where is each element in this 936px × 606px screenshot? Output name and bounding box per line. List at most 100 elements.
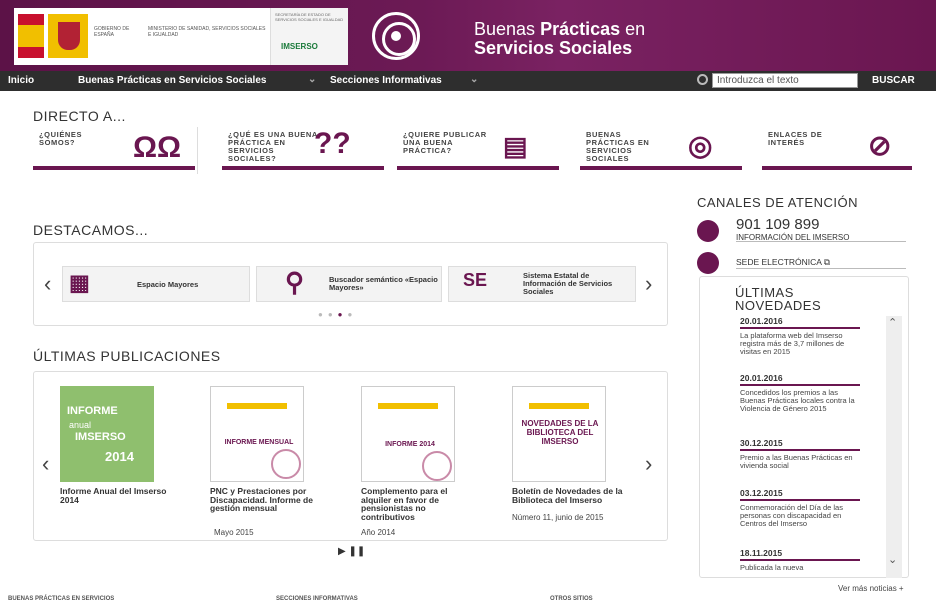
cover-text: anual xyxy=(69,420,92,430)
news-item[interactable]: 20.01.2016 Concedidos los premios a las B… xyxy=(740,373,860,413)
search-input[interactable]: Introduzca el texto xyxy=(712,73,858,88)
carousel-next-icon[interactable]: › xyxy=(645,271,652,297)
footer-col-label[interactable]: SECCIONES INFORMATIVAS xyxy=(276,596,358,602)
footer-col-label[interactable]: BUENAS PRÁCTICAS EN SERVICIOS xyxy=(8,596,114,602)
cover-image: NOVEDADES DE LA BIBLIOTECA DEL IMSERSO xyxy=(512,386,606,482)
news-date: 03.12.2015 xyxy=(740,488,860,501)
more-news-link[interactable]: Ver más noticias + xyxy=(838,584,904,593)
canales-heading: CANALES DE ATENCIÓN xyxy=(697,195,858,210)
people-icon: ΩΩ xyxy=(133,131,182,164)
cover-logo-bar xyxy=(529,403,589,409)
item-label: Buscador semántico «Espacio Mayores» xyxy=(329,275,438,292)
chevron-down-icon[interactable]: ⌄ xyxy=(308,74,316,85)
novedades-scrollbar[interactable] xyxy=(886,316,902,578)
eu-flag-icon xyxy=(18,14,44,58)
card-label: ¿QUIERE PUBLICAR UNA BUENA PRÁCTICA? xyxy=(403,130,487,155)
news-date: 20.01.2016 xyxy=(740,373,860,386)
publication-date: Mayo 2015 xyxy=(214,528,254,537)
target-logo-icon xyxy=(372,12,420,60)
cover-image: INFORME anual IMSERSO 2014 xyxy=(60,386,154,482)
grid-icon: ▦ xyxy=(69,270,90,295)
search-button[interactable]: BUSCAR xyxy=(872,75,915,86)
news-text: Conmemoración del Día de las personas co… xyxy=(740,503,843,528)
card-label: ¿QUIÉNES SOMOS? xyxy=(39,130,83,147)
nav-inicio[interactable]: Inicio xyxy=(8,75,34,86)
publicaciones-heading: ÚLTIMAS PUBLICACIONES xyxy=(33,348,221,364)
novedades-heading: ÚLTIMAS NOVEDADES xyxy=(735,286,821,312)
cover-logo-bar xyxy=(378,403,438,409)
chevron-down-icon[interactable]: ⌄ xyxy=(470,74,478,85)
carousel-prev-icon[interactable]: ‹ xyxy=(44,271,51,297)
nav-buenas-practicas[interactable]: Buenas Prácticas en Servicios Sociales xyxy=(78,75,266,86)
imserso-label: IMSERSO xyxy=(281,42,318,51)
cover-image: INFORME 2014 xyxy=(361,386,455,482)
card-quiere-publicar[interactable]: ¿QUIERE PUBLICAR UNA BUENA PRÁCTICA? ▤ xyxy=(397,127,559,170)
footer-col-label[interactable]: OTROS SITIOS xyxy=(550,596,593,602)
site-title[interactable]: Buenas Prácticas en Servicios Sociales xyxy=(474,20,645,58)
cover-image: INFORME MENSUAL xyxy=(210,386,304,482)
phone-icon xyxy=(697,220,719,242)
carousel-item[interactable]: ▦ Espacio Mayores xyxy=(62,266,250,302)
question-mark-icon: ?? xyxy=(314,127,351,160)
directo-heading: DIRECTO A... xyxy=(33,108,126,124)
title-word-1: Buenas xyxy=(474,19,541,39)
coat-of-arms-icon xyxy=(58,22,80,50)
ministry-label: MINISTERIO DE SANIDAD, SERVICIOS SOCIALE… xyxy=(148,26,266,38)
sede-label: SEDE ELECTRÓNICA xyxy=(736,257,822,267)
card-enlaces[interactable]: ENLACES DE INTERÉS ⊘ xyxy=(762,127,912,170)
publications-prev-icon[interactable]: ‹ xyxy=(42,451,49,477)
news-text: Premio a las Buenas Prácticas en viviend… xyxy=(740,453,853,470)
publication-date: Año 2014 xyxy=(361,528,396,537)
target-icon: ◎ xyxy=(688,130,713,161)
heading-line-2: NOVEDADES xyxy=(735,298,822,313)
cover-logo-bar xyxy=(227,403,287,409)
news-date: 30.12.2015 xyxy=(740,438,860,451)
carousel-item[interactable]: ⚲ Buscador semántico «Espacio Mayores» xyxy=(256,266,442,302)
cover-text: INFORME xyxy=(67,405,118,417)
news-date: 20.01.2016 xyxy=(740,316,860,329)
publication-date: Número 11, junio de 2015 xyxy=(512,513,604,522)
news-text: Concedidos los premios a las Buenas Prác… xyxy=(740,388,855,413)
pie-graphic-icon xyxy=(271,449,301,479)
link-icon: ⊘ xyxy=(868,130,892,161)
item-label: Sistema Estatal de Información de Servic… xyxy=(523,271,613,296)
pie-graphic-icon xyxy=(422,451,452,481)
page: GOBIERNO DE ESPAÑA MINISTERIO DE SANIDAD… xyxy=(0,0,936,606)
card-label: BUENAS PRÁCTICAS EN SERVICIOS SOCIALES xyxy=(586,130,650,163)
cover-text: IMSERSO xyxy=(75,431,126,443)
news-item[interactable]: 30.12.2015 Premio a las Buenas Prácticas … xyxy=(740,438,860,470)
carousel-playpause-icon[interactable]: ▶ ❚❚ xyxy=(338,546,365,557)
sede-electronica-link[interactable]: SEDE ELECTRÓNICA ⧉ xyxy=(736,257,830,268)
scroll-up-icon[interactable]: ⌃ xyxy=(888,316,897,329)
destacamos-heading: DESTACAMOS... xyxy=(33,222,149,238)
card-buenas-practicas[interactable]: BUENAS PRÁCTICAS EN SERVICIOS SOCIALES ◎ xyxy=(580,127,742,170)
scroll-down-icon[interactable]: ⌄ xyxy=(888,553,897,566)
logo-strip: GOBIERNO DE ESPAÑA MINISTERIO DE SANIDAD… xyxy=(14,8,348,65)
card-quienes-somos[interactable]: ¿QUIÉNES SOMOS? ΩΩ xyxy=(33,127,195,170)
nav-secciones[interactable]: Secciones Informativas xyxy=(330,75,442,86)
carousel-dots[interactable]: ●●●● xyxy=(318,310,357,319)
news-item[interactable]: 20.01.2016 La plataforma web del Imserso … xyxy=(740,316,860,356)
phone-number[interactable]: 901 109 899 xyxy=(736,216,819,233)
card-label: ¿QUÉ ES UNA BUENA PRÁCTICA EN SERVICIOS … xyxy=(228,130,318,163)
news-item[interactable]: 18.11.2015 Publicada la nueva xyxy=(740,548,860,572)
publications-next-icon[interactable]: › xyxy=(645,451,652,477)
news-item[interactable]: 03.12.2015 Conmemoración del Día de las p… xyxy=(740,488,860,528)
siss-logo-icon: SE xyxy=(463,270,488,290)
secretaria-label: SECRETARÍA DE ESTADO DE SERVICIOS SOCIAL… xyxy=(275,12,344,22)
document-icon: ▤ xyxy=(503,131,528,161)
news-date: 18.11.2015 xyxy=(740,548,860,561)
magnifier-icon: ⚲ xyxy=(285,267,305,297)
cover-text: 2014 xyxy=(105,449,134,464)
search-icon xyxy=(697,74,708,85)
divider xyxy=(197,127,198,174)
news-text: Publicada la nueva xyxy=(740,563,804,572)
divider xyxy=(736,241,906,242)
carousel-item[interactable]: SE Sistema Estatal de Información de Ser… xyxy=(448,266,636,302)
cover-text: INFORME MENSUAL xyxy=(224,439,294,446)
cursor-icon xyxy=(697,252,719,274)
imserso-logo[interactable]: SECRETARÍA DE ESTADO DE SERVICIOS SOCIAL… xyxy=(270,8,348,65)
header-banner: GOBIERNO DE ESPAÑA MINISTERIO DE SANIDAD… xyxy=(0,0,936,71)
title-line-2: Servicios Sociales xyxy=(474,38,633,58)
card-que-es[interactable]: ¿QUÉ ES UNA BUENA PRÁCTICA EN SERVICIOS … xyxy=(222,127,384,170)
